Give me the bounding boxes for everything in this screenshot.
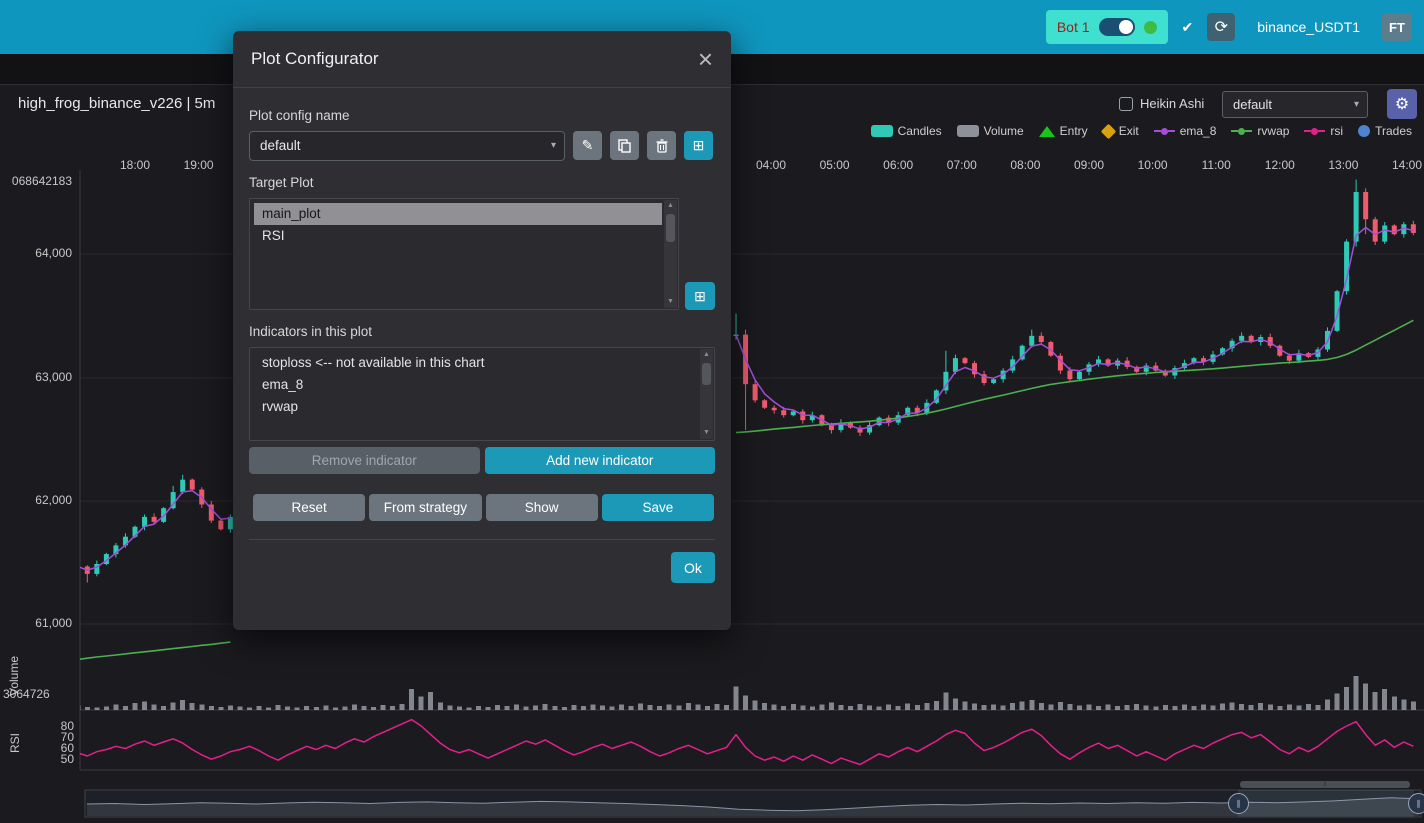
- reset-button[interactable]: Reset: [253, 494, 365, 521]
- rename-config-button[interactable]: ✎: [573, 131, 602, 160]
- indicator-item[interactable]: ema_8: [254, 374, 698, 396]
- target-plot-item[interactable]: RSI: [254, 225, 662, 247]
- show-button[interactable]: Show: [486, 494, 598, 521]
- legend-label: Trades: [1375, 124, 1412, 138]
- modal-header: Plot Configurator ×: [233, 31, 731, 88]
- legend-item-entry[interactable]: Entry: [1039, 124, 1088, 138]
- pause-icon: ∥: [1417, 799, 1421, 808]
- bot-online-indicator: [1144, 21, 1157, 34]
- chevron-down-icon: ▾: [1354, 92, 1359, 117]
- legend-item-rvwap[interactable]: rvwap: [1231, 124, 1289, 138]
- entry-swatch-icon: [1039, 126, 1055, 137]
- add-config-button[interactable]: ⊞: [684, 131, 713, 160]
- chevron-down-icon: ▾: [551, 132, 556, 160]
- scroll-down-icon[interactable]: ▼: [664, 296, 677, 308]
- datazoom-right-handle[interactable]: ∥: [1408, 793, 1424, 814]
- from-strategy-button[interactable]: From strategy: [369, 494, 481, 521]
- trades-swatch-icon: [1358, 125, 1370, 137]
- heikin-ashi-checkbox[interactable]: [1119, 97, 1133, 111]
- target-plot-list[interactable]: main_plotRSI ▲ ▼: [249, 198, 679, 310]
- rsi-swatch-icon: [1304, 128, 1325, 135]
- trash-icon: [656, 139, 668, 153]
- indicators-label: Indicators in this plot: [249, 324, 715, 339]
- modal-title: Plot Configurator: [251, 49, 379, 69]
- scroll-thumb[interactable]: [702, 363, 711, 385]
- grip-icon: ∥: [1324, 781, 1327, 788]
- add-plot-button[interactable]: ⊞: [685, 282, 715, 310]
- pencil-icon: ✎: [582, 137, 594, 154]
- remove-indicator-button[interactable]: Remove indicator: [249, 447, 480, 474]
- exchange-account-label: binance_USDT1: [1257, 19, 1360, 35]
- refresh-icon: ⟳: [1215, 17, 1228, 37]
- strategy-timeframe-title: high_frog_binance_v226 | 5m: [18, 95, 215, 112]
- scroll-down-icon[interactable]: ▼: [700, 427, 713, 439]
- target-plot-label: Target Plot: [249, 175, 715, 190]
- freqtrade-logo: FT: [1382, 13, 1412, 41]
- app-stage: high_frog_binance_v226 | 5m Heikin Ashi …: [0, 0, 1424, 823]
- scroll-up-icon[interactable]: ▲: [664, 200, 677, 212]
- legend-item-candles[interactable]: Candles: [871, 124, 942, 138]
- legend-item-exit[interactable]: Exit: [1103, 124, 1139, 138]
- plot-settings-button[interactable]: ⚙: [1387, 89, 1417, 119]
- pause-icon: ∥: [1237, 799, 1241, 808]
- rvwap-swatch-icon: [1231, 128, 1252, 135]
- datazoom-left-handle[interactable]: ∥: [1228, 793, 1249, 814]
- volume-swatch-icon: [957, 125, 979, 137]
- scroll-up-icon[interactable]: ▲: [700, 349, 713, 361]
- add-square-icon: ⊞: [693, 137, 705, 154]
- config-name-select-value: default: [260, 138, 301, 153]
- legend-label: rvwap: [1257, 124, 1289, 138]
- legend-item-trades[interactable]: Trades: [1358, 124, 1412, 138]
- exit-swatch-icon: [1100, 123, 1116, 139]
- legend-label: Exit: [1119, 124, 1139, 138]
- plot-configurator-modal: Plot Configurator × Plot config name def…: [233, 31, 731, 630]
- bot-selector[interactable]: Bot 1: [1046, 10, 1168, 44]
- candles-swatch-icon: [871, 125, 893, 137]
- ok-button[interactable]: Ok: [671, 552, 715, 583]
- legend-item-rsi[interactable]: rsi: [1304, 124, 1343, 138]
- copy-icon: [618, 139, 631, 153]
- config-name-label: Plot config name: [249, 108, 715, 123]
- plot-config-select-value: default: [1233, 97, 1272, 112]
- legend-label: rsi: [1330, 124, 1343, 138]
- refresh-button[interactable]: ⟳: [1207, 13, 1235, 41]
- delete-config-button[interactable]: [647, 131, 676, 160]
- legend-label: ema_8: [1180, 124, 1217, 138]
- indicator-item[interactable]: stoploss <-- not available in this chart: [254, 352, 698, 374]
- target-plot-item[interactable]: main_plot: [254, 203, 662, 225]
- add-square-icon: ⊞: [694, 288, 706, 305]
- horizontal-scrollbar[interactable]: ∥: [1240, 781, 1410, 788]
- save-button[interactable]: Save: [602, 494, 714, 521]
- bot-name-label: Bot 1: [1057, 19, 1090, 35]
- scroll-thumb[interactable]: [666, 214, 675, 242]
- target-plot-scrollbar[interactable]: ▲ ▼: [664, 200, 677, 308]
- config-name-select[interactable]: default ▾: [249, 131, 565, 161]
- add-indicator-button[interactable]: Add new indicator: [485, 447, 716, 474]
- close-icon[interactable]: ×: [698, 49, 713, 69]
- ema_8-swatch-icon: [1154, 128, 1175, 135]
- duplicate-config-button[interactable]: [610, 131, 639, 160]
- legend-item-volume[interactable]: Volume: [957, 124, 1024, 138]
- check-icon: ✔: [1182, 19, 1194, 36]
- indicators-scrollbar[interactable]: ▲ ▼: [700, 349, 713, 439]
- indicators-list[interactable]: stoploss <-- not available in this chart…: [249, 347, 715, 441]
- gear-icon: ⚙: [1395, 94, 1409, 114]
- legend-item-ema_8[interactable]: ema_8: [1154, 124, 1217, 138]
- legend-label: Candles: [898, 124, 942, 138]
- indicator-item[interactable]: rvwap: [254, 396, 698, 418]
- plot-config-select[interactable]: default ▾: [1222, 91, 1368, 118]
- heikin-ashi-label: Heikin Ashi: [1140, 96, 1204, 111]
- chart-legend: Candles Volume Entry Exit ema_8 rvwap rsi Trade…: [871, 124, 1412, 138]
- legend-label: Volume: [984, 124, 1024, 138]
- bot-enable-toggle[interactable]: [1099, 18, 1135, 36]
- legend-label: Entry: [1060, 124, 1088, 138]
